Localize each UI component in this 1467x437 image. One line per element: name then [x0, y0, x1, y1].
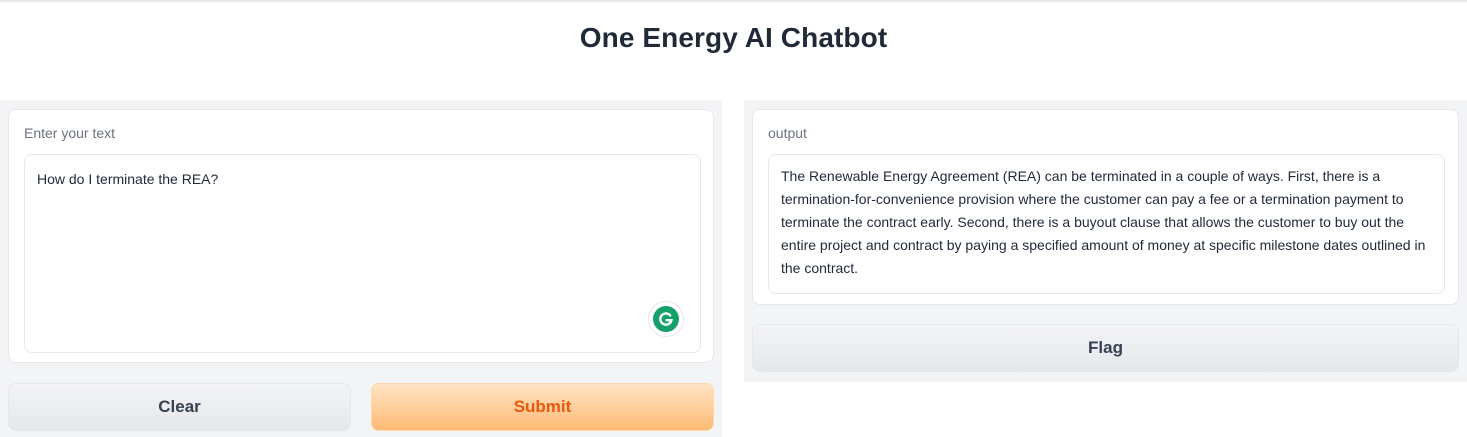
submit-button[interactable]: Submit [371, 383, 714, 431]
output-column: output The Renewable Energy Agreement (R… [744, 100, 1467, 382]
input-column: Enter your text How do I terminate the R… [0, 100, 722, 437]
text-input[interactable]: How do I terminate the REA? [24, 154, 701, 353]
flag-button[interactable]: Flag [752, 324, 1459, 372]
output-panel: output The Renewable Energy Agreement (R… [752, 109, 1459, 305]
grammarly-icon[interactable] [649, 302, 683, 336]
top-divider [0, 0, 1467, 2]
output-text[interactable]: The Renewable Energy Agreement (REA) can… [768, 154, 1445, 294]
input-label: Enter your text [24, 125, 116, 141]
input-panel: Enter your text How do I terminate the R… [8, 109, 714, 363]
clear-button[interactable]: Clear [8, 383, 351, 431]
output-label: output [768, 125, 807, 141]
page-title: One Energy AI Chatbot [579, 22, 888, 53]
grammarly-icon-fill [653, 306, 679, 332]
